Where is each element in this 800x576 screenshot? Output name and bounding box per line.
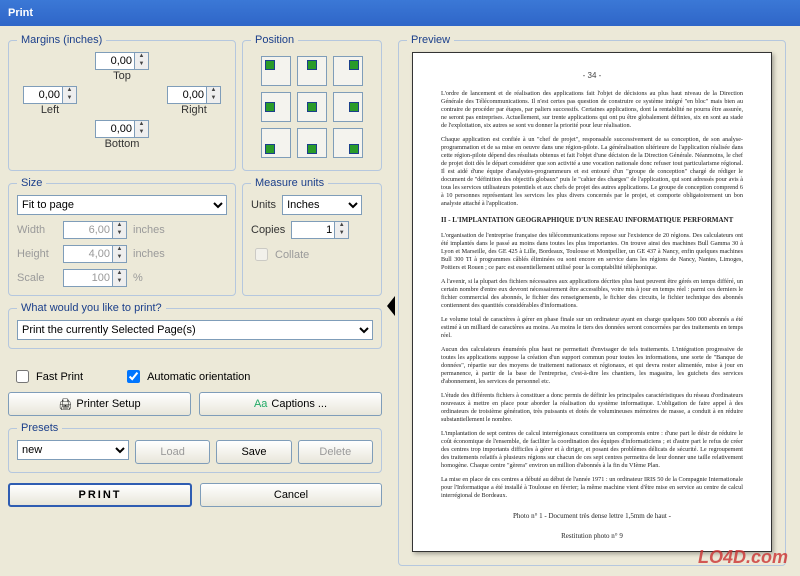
position-top-right[interactable] [333,56,363,86]
margin-right-label: Right [167,104,221,116]
watermark: LO4D.com [698,547,788,568]
height-spinner: ▲▼ [63,245,127,263]
measure-group: Measure units Units Inches Copies ▲▼ Colla… [242,177,382,296]
fast-print-label: Fast Print [36,371,83,383]
position-top-center[interactable] [297,56,327,86]
height-label: Height [17,248,57,260]
titlebar: Print [0,0,800,26]
size-group: Size Fit to page Width▲▼inches Height▲▼i… [8,177,236,296]
scale-spinner: ▲▼ [63,269,127,287]
margins-legend: Margins (inches) [17,34,106,46]
margin-top-label: Top [95,70,149,82]
position-middle-left[interactable] [261,92,291,122]
cancel-button[interactable]: Cancel [200,483,382,507]
position-middle-right[interactable] [333,92,363,122]
units-select[interactable]: Inches [282,195,362,215]
collate-checkbox [255,248,268,261]
preview-para: L'étude des différents fichiers à consti… [441,392,743,424]
copies-spinner[interactable]: ▲▼ [291,221,349,239]
captions-button[interactable]: AaCaptions ... [199,392,382,416]
preview-section: II - L'IMPLANTATION GEOGRAPHIQUE D'UN RE… [441,216,743,224]
preview-group: Preview - 34 - L'ordre de lancement et d… [398,34,786,566]
preview-para: Chaque application est confiée à un "che… [441,136,743,208]
position-middle-center[interactable] [297,92,327,122]
collapse-arrow-icon[interactable] [387,296,395,316]
position-top-left[interactable] [261,56,291,86]
print-button[interactable]: PRINT [8,483,192,507]
captions-icon: Aa [254,398,267,410]
what-select[interactable]: Print the currently Selected Page(s) [17,320,373,340]
what-group: What would you like to print? Print the … [8,302,382,349]
margin-top-spinner[interactable]: ▲▼ [95,52,149,70]
size-mode-select[interactable]: Fit to page [17,195,227,215]
auto-orient-label: Automatic orientation [147,371,250,383]
printer-setup-button[interactable]: 🖨Printer Setup [8,392,191,416]
width-spinner: ▲▼ [63,221,127,239]
preview-para: L'ordre de lancement et de réalisation d… [441,90,743,130]
printer-icon: 🖨 [58,398,72,411]
preview-para: Aucun des calculateurs énumérés plus hau… [441,346,743,386]
right-panel: Preview - 34 - L'ordre de lancement et d… [390,26,794,574]
width-label: Width [17,224,57,236]
margin-left-label: Left [23,104,77,116]
units-label: Units [251,199,276,211]
position-legend: Position [251,34,298,46]
left-panel: Margins (inches) ▲▼ Top ▲▼ Left ▲▼ [0,26,390,574]
measure-legend: Measure units [251,177,328,189]
preview-para: L'implantation de sept centres de calcul… [441,430,743,470]
auto-orient-checkbox[interactable] [127,370,140,383]
preview-para: A l'avenir, si la plupart des fichiers n… [441,278,743,310]
save-button[interactable]: Save [216,440,291,464]
what-legend: What would you like to print? [17,302,166,314]
preview-footer2: Restitution photo n° 9 [441,532,743,540]
position-bottom-left[interactable] [261,128,291,158]
size-legend: Size [17,177,46,189]
presets-legend: Presets [17,422,62,434]
presets-select[interactable]: new [17,440,129,460]
preview-para: L'organisation de l'entreprise française… [441,232,743,272]
page-number: - 34 - [441,71,743,80]
margins-group: Margins (inches) ▲▼ Top ▲▼ Left ▲▼ [8,34,236,171]
position-bottom-right[interactable] [333,128,363,158]
preview-legend: Preview [407,34,454,46]
delete-button: Delete [298,440,373,464]
scale-label: Scale [17,272,57,284]
preview-footer: Photo n° 1 - Document très dense lettre … [441,512,743,520]
load-button: Load [135,440,210,464]
margin-bottom-label: Bottom [95,138,149,150]
margin-bottom-spinner[interactable]: ▲▼ [95,120,149,138]
position-bottom-center[interactable] [297,128,327,158]
copies-label: Copies [251,224,285,236]
preview-para: Le volume total de caractères à gérer en… [441,316,743,340]
position-group: Position [242,34,382,171]
margin-right-spinner[interactable]: ▲▼ [167,86,221,104]
margin-left-spinner[interactable]: ▲▼ [23,86,77,104]
preview-page: - 34 - L'ordre de lancement et de réalis… [412,52,772,552]
preview-para: La mise en place de ces centres a débuté… [441,476,743,500]
fast-print-checkbox[interactable] [16,370,29,383]
window-title: Print [8,7,33,19]
collate-label: Collate [275,249,309,261]
presets-group: Presets new Load Save Delete [8,422,382,473]
